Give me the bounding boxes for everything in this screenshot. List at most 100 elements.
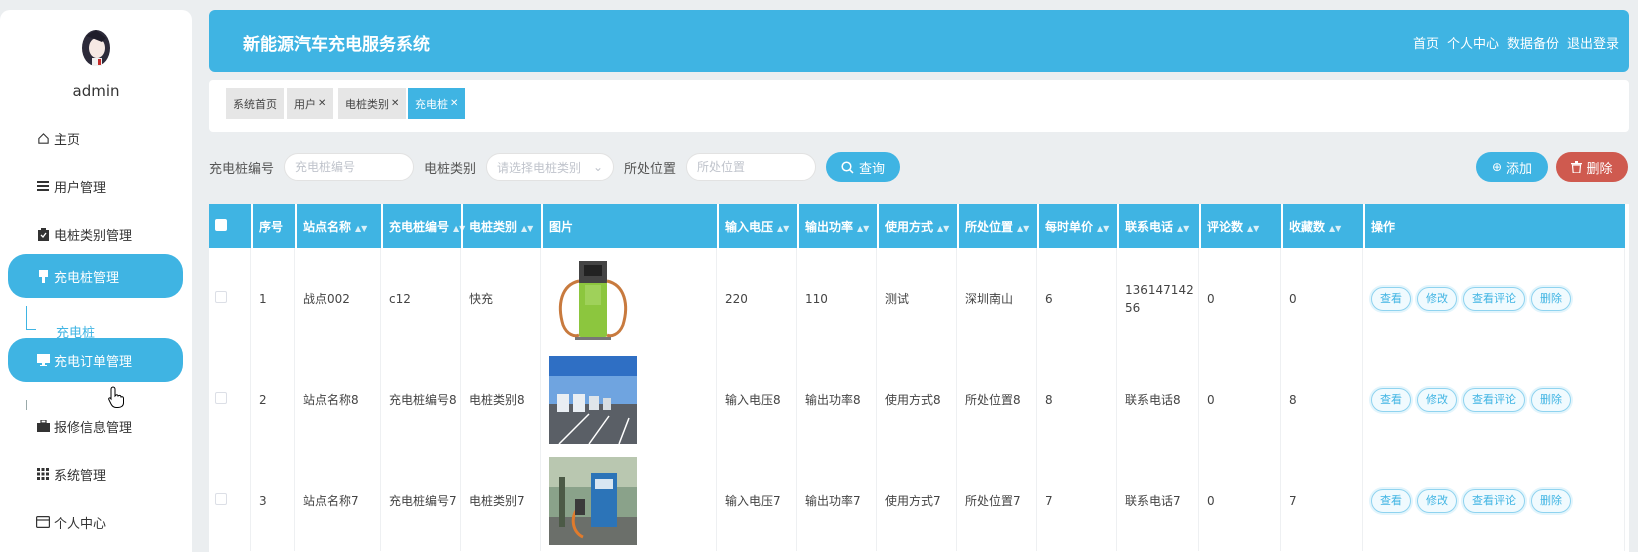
cell-image <box>543 248 717 349</box>
sort-icon[interactable]: ▲▼ <box>521 224 533 233</box>
cell-station: 站点名称8 <box>297 349 381 450</box>
view-comments-button[interactable]: 查看评论 <box>1463 286 1525 311</box>
tab-label: 用户 <box>294 97 316 111</box>
view-comments-button[interactable]: 查看评论 <box>1463 488 1525 513</box>
column-header[interactable]: 电桩类别 ▲▼ <box>463 204 541 248</box>
column-header[interactable]: 输入电压 ▲▼ <box>719 204 797 248</box>
charging-box-image[interactable] <box>549 456 637 545</box>
sidebar-item-charging-piles[interactable]: 充电桩管理 <box>8 254 183 298</box>
sort-icon[interactable]: ▲▼ <box>453 224 465 233</box>
column-label: 输入电压 <box>725 219 774 234</box>
tab-system-home[interactable]: 系统首页 <box>226 88 284 119</box>
charging-pile-image[interactable] <box>549 254 637 343</box>
column-label: 充电桩编号 <box>389 219 450 234</box>
row-delete-button[interactable]: 删除 <box>1531 387 1571 412</box>
sidebar-item-home[interactable]: 主页 <box>8 116 183 160</box>
location-input[interactable] <box>686 153 817 181</box>
row-delete-button[interactable]: 删除 <box>1531 488 1571 513</box>
table-row: 3 站点名称7 充电桩编号7 电桩类别7 输入电压7 输出功率7 使用方式7 所… <box>209 450 1625 551</box>
submenu-connector <box>26 306 36 330</box>
column-header[interactable]: 充电桩编号 ▲▼ <box>383 204 465 248</box>
sort-icon[interactable]: ▲▼ <box>1329 224 1341 233</box>
cell-code: c12 <box>383 248 461 349</box>
sidebar-item-pile-types[interactable]: 电桩类别管理 <box>8 212 183 256</box>
header-nav: 首页 个人中心 数据备份 退出登录 <box>1413 33 1619 52</box>
sort-icon[interactable]: ▲▼ <box>777 224 789 233</box>
column-header[interactable]: 所处位置 ▲▼ <box>959 204 1037 248</box>
row-checkbox[interactable] <box>215 392 227 404</box>
select-all-checkbox[interactable] <box>215 218 227 231</box>
search-icon <box>841 160 854 174</box>
close-icon[interactable]: ✕ <box>450 98 458 109</box>
sidebar-item-repairs[interactable]: 报修信息管理 <box>8 404 183 448</box>
edit-button[interactable]: 修改 <box>1417 488 1457 513</box>
sidebar-item-profile[interactable]: 个人中心 <box>8 500 183 544</box>
column-header[interactable]: 收藏数 ▲▼ <box>1283 204 1363 248</box>
view-button[interactable]: 查看 <box>1371 387 1411 412</box>
tab-charging-piles[interactable]: 充电桩 ✕ <box>408 88 466 119</box>
sort-icon[interactable]: ▲▼ <box>355 224 367 233</box>
tab-users[interactable]: 用户 ✕ <box>287 88 334 119</box>
code-input[interactable] <box>284 153 415 181</box>
avatar[interactable] <box>76 26 116 70</box>
id-card-icon <box>36 515 50 529</box>
row-checkbox[interactable] <box>215 493 227 505</box>
tab-label: 充电桩 <box>415 97 448 111</box>
nav-home-link[interactable]: 首页 <box>1413 33 1439 52</box>
tab-label: 系统首页 <box>233 97 277 111</box>
type-select[interactable]: 请选择电桩类别 ⌄ <box>486 153 615 181</box>
column-header: 序号 <box>253 204 295 248</box>
row-checkbox[interactable] <box>215 291 227 303</box>
edit-button[interactable]: 修改 <box>1417 387 1457 412</box>
column-header[interactable]: 每时单价 ▲▼ <box>1039 204 1117 248</box>
edit-button[interactable]: 修改 <box>1417 286 1457 311</box>
cell-price: 7 <box>1039 450 1117 551</box>
cell-phone: 联系电话7 <box>1119 450 1199 551</box>
nav-logout-link[interactable]: 退出登录 <box>1567 33 1619 52</box>
nav-profile-link[interactable]: 个人中心 <box>1447 33 1499 52</box>
close-icon[interactable]: ✕ <box>391 98 399 109</box>
sort-icon[interactable]: ▲▼ <box>1247 224 1259 233</box>
cell-comments: 0 <box>1201 450 1281 551</box>
column-header[interactable]: 联系电话 ▲▼ <box>1119 204 1199 248</box>
table-row: 2 站点名称8 充电桩编号8 电桩类别8 输入电压8 输出功率8 使用方式8 所… <box>209 349 1625 450</box>
delete-button[interactable]: 删除 <box>1556 152 1628 182</box>
query-button[interactable]: 查询 <box>826 152 901 182</box>
sidebar-item-label: 报修信息管理 <box>54 420 133 436</box>
query-label: 查询 <box>859 161 886 177</box>
view-button[interactable]: 查看 <box>1371 286 1411 311</box>
column-header[interactable]: 站点名称 ▲▼ <box>297 204 381 248</box>
sidebar-item-orders[interactable]: 充电订单管理 <box>8 338 183 382</box>
cell-actions: 查看 修改 查看评论 删除 <box>1365 248 1625 349</box>
home-icon <box>36 131 50 145</box>
view-button[interactable]: 查看 <box>1371 488 1411 513</box>
cell-favorites: 0 <box>1283 248 1363 349</box>
code-label: 充电桩编号 <box>209 161 275 177</box>
sort-icon[interactable]: ▲▼ <box>1017 224 1029 233</box>
sort-icon[interactable]: ▲▼ <box>937 224 949 233</box>
sidebar-item-system[interactable]: 系统管理 <box>8 452 183 496</box>
sort-icon[interactable]: ▲▼ <box>1177 224 1189 233</box>
select-all-cell <box>209 204 251 248</box>
add-button[interactable]: ⊕ 添加 <box>1476 152 1548 182</box>
row-delete-button[interactable]: 删除 <box>1531 286 1571 311</box>
column-header: 图片 <box>543 204 717 248</box>
column-header[interactable]: 使用方式 ▲▼ <box>879 204 957 248</box>
data-table: 序号 站点名称 ▲▼ 充电桩编号 ▲▼ 电桩类别 ▲▼ 图片 输入电压 ▲▼ 输出功率 ▲… <box>209 204 1629 552</box>
close-icon[interactable]: ✕ <box>318 98 326 109</box>
sidebar-item-users[interactable]: 用户管理 <box>8 164 183 208</box>
column-header[interactable]: 输出功率 ▲▼ <box>799 204 877 248</box>
column-label: 所处位置 <box>965 219 1014 234</box>
top-header: 新能源汽车充电服务系统 首页 个人中心 数据备份 退出登录 <box>209 10 1629 72</box>
view-comments-button[interactable]: 查看评论 <box>1463 387 1525 412</box>
column-header[interactable]: 评论数 ▲▼ <box>1201 204 1281 248</box>
sort-icon[interactable]: ▲▼ <box>1097 224 1109 233</box>
cell-comments: 0 <box>1201 248 1281 349</box>
tab-pile-types[interactable]: 电桩类别 ✕ <box>338 88 407 119</box>
sort-icon[interactable]: ▲▼ <box>857 224 869 233</box>
cell-power: 110 <box>799 248 877 349</box>
sidebar-item-label: 充电订单管理 <box>54 354 133 370</box>
charging-station-image[interactable] <box>549 355 637 444</box>
nav-backup-link[interactable]: 数据备份 <box>1507 33 1559 52</box>
app-title: 新能源汽车充电服务系统 <box>243 35 430 55</box>
